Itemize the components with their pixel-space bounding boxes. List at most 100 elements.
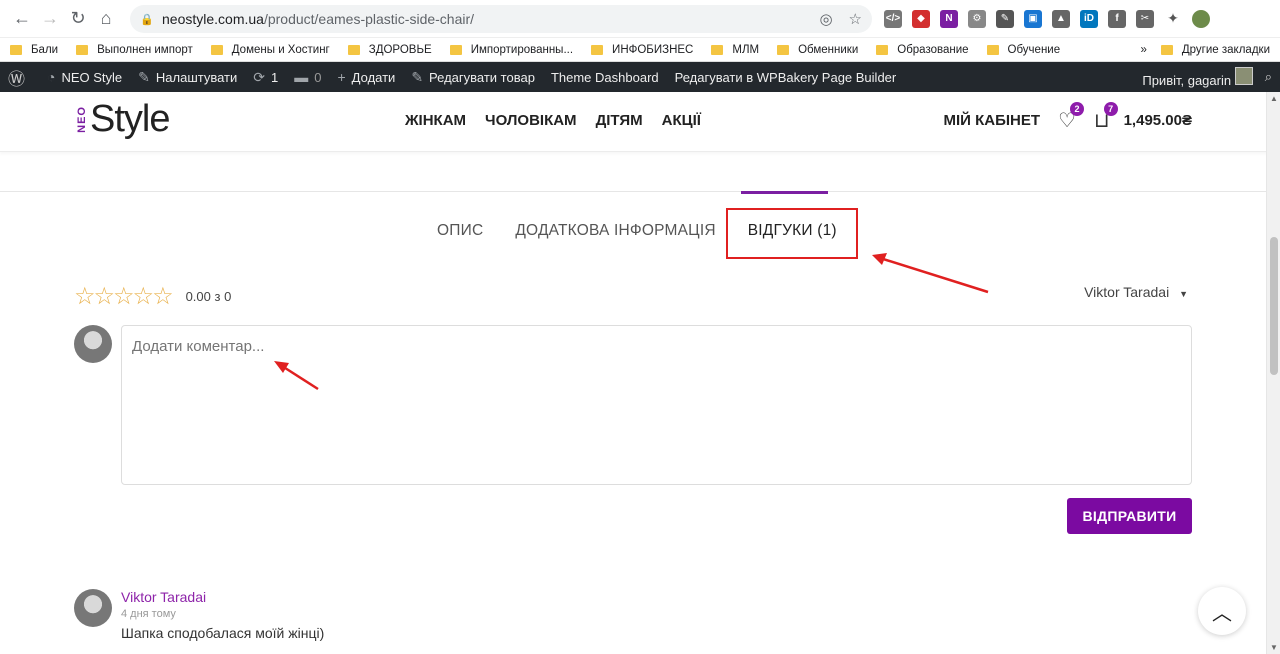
extensions-bar: </> ◆ N ⚙ ✎ ▣ ▲ iD f ✂ ✦ (884, 9, 1210, 28)
folder-icon (210, 44, 223, 55)
other-bookmarks[interactable]: Другие закладки (1160, 44, 1270, 56)
my-account-link[interactable]: МІЙ КАБІНЕТ (943, 112, 1040, 129)
code-extension-icon[interactable]: </> (884, 9, 902, 28)
folder-icon (1160, 44, 1173, 55)
wp-user-greeting[interactable]: Привіт, gagarin (1142, 66, 1253, 88)
tools-extension-icon[interactable]: ✂ (1136, 9, 1154, 28)
pencil-icon: ✎ (411, 68, 424, 85)
bookmarks-bar: Бали Выполнен импорт Домены и Хостинг ЗД… (0, 38, 1280, 62)
cart-total[interactable]: 1,495.00₴ (1124, 112, 1192, 129)
address-bar[interactable]: 🔒 neostyle.com.ua/product/eames-plastic-… (130, 4, 872, 33)
site-header: NEO Style ЖІНКАМ ЧОЛОВІКАМ ДІТЯМ АКЦІЇ М… (0, 92, 1280, 152)
search-icon[interactable]: ⌕ (1265, 69, 1272, 85)
wp-comments[interactable]: ▬ 0 (294, 69, 321, 85)
avatar (1234, 66, 1253, 85)
updates-icon: ⟳ (253, 68, 266, 85)
wishlist-heart-icon[interactable]: ♡ 2 (1058, 102, 1084, 133)
nav-sales[interactable]: АКЦІЇ (662, 112, 701, 129)
chevron-up-icon: ︿ (1212, 602, 1232, 625)
puzzle-icon[interactable]: ✦ (1164, 9, 1182, 28)
bookmark-item[interactable]: Обменники (777, 44, 858, 56)
bookmark-item[interactable]: ЗДОРОВЬЕ (347, 44, 432, 56)
caret-down-icon: ▼ (1179, 289, 1188, 299)
scrollbar[interactable]: ▲ ▼ (1266, 92, 1280, 654)
more-bookmarks-button[interactable]: » (1140, 44, 1146, 56)
bookmark-item[interactable]: ИНФОБИЗНЕС (591, 44, 693, 56)
profile-avatar[interactable] (1192, 9, 1210, 28)
folder-icon (449, 44, 462, 55)
review-date: 4 дня тому (121, 608, 176, 620)
bookmark-item[interactable]: Импортированны... (449, 44, 573, 56)
rating-summary: ☆☆☆☆☆ 0.00 з 0 (74, 282, 231, 311)
blue-extension-icon[interactable]: ▣ (1024, 9, 1042, 28)
id-extension-icon[interactable]: iD (1080, 9, 1098, 28)
logo-style: Style (90, 98, 170, 140)
review-author[interactable]: Viktor Taradai (121, 589, 324, 605)
user-dropdown[interactable]: Viktor Taradai ▼ (1084, 284, 1188, 300)
nav-women[interactable]: ЖІНКАМ (405, 112, 466, 129)
folder-icon (876, 44, 889, 55)
lock-icon: 🔒 (140, 13, 154, 26)
nav-kids[interactable]: ДІТЯМ (596, 112, 643, 129)
wp-theme-dashboard[interactable]: Theme Dashboard (551, 70, 659, 85)
folder-icon (76, 44, 89, 55)
gear-extension-icon[interactable]: ⚙ (968, 9, 986, 28)
wp-edit-wpbakery[interactable]: Редагувати в WPBakery Page Builder (675, 70, 897, 85)
tab-additional-info[interactable]: ДОДАТКОВА ІНФОРМАЦІЯ (515, 222, 715, 240)
review-text: Шапка сподобалася моїй жінці) (121, 625, 325, 641)
folder-icon (777, 44, 790, 55)
folder-icon (347, 44, 360, 55)
section-divider (0, 191, 1266, 192)
wp-updates[interactable]: ⟳ 1 (253, 69, 278, 86)
review-item: Viktor Taradai 4 дня тому Шапка сподобал… (74, 589, 324, 641)
forward-icon[interactable]: → (36, 5, 64, 33)
header-actions: МІЙ КАБІНЕТ ♡ 2 ⊔ 7 1,495.00₴ (943, 102, 1192, 133)
drive-extension-icon[interactable]: ▲ (1052, 9, 1070, 28)
browser-toolbar: ← → ↻ ⌂ 🔒 neostyle.com.ua/product/eames-… (0, 0, 1280, 38)
bookmark-item[interactable]: МЛМ (711, 44, 759, 56)
cart-bag-icon[interactable]: ⊔ 7 (1094, 102, 1118, 133)
dashboard-icon: ◔ (47, 69, 56, 85)
back-icon[interactable]: ← (8, 5, 36, 33)
rating-text: 0.00 з 0 (185, 289, 232, 304)
bookmark-item[interactable]: Выполнен импорт (76, 44, 193, 56)
nav-men[interactable]: ЧОЛОВІКАМ (485, 112, 577, 129)
bookmark-item[interactable]: Обучение (986, 44, 1060, 56)
scroll-down-arrow-icon[interactable]: ▼ (1270, 643, 1278, 652)
tab-description[interactable]: ОПИС (437, 222, 483, 240)
eye-off-icon[interactable]: ◎ (819, 10, 832, 28)
bookmark-item[interactable]: Домены и Хостинг (210, 44, 330, 56)
folder-icon (10, 44, 22, 55)
red-extension-icon[interactable]: ◆ (912, 9, 930, 28)
scrollbar-thumb[interactable] (1270, 237, 1278, 375)
star-bookmark-icon[interactable]: ☆ (849, 10, 862, 28)
folder-icon (711, 44, 724, 55)
scroll-up-arrow-icon[interactable]: ▲ (1270, 94, 1278, 103)
comment-icon: ▬ (294, 69, 309, 85)
arrow-to-reviews-tab (872, 253, 989, 294)
rating-stars[interactable]: ☆☆☆☆☆ (74, 282, 174, 311)
brush-icon: ✎ (138, 68, 150, 85)
wp-add-new[interactable]: + Додати (337, 69, 395, 85)
avatar (74, 589, 112, 627)
wordpress-logo-icon[interactable]: Ⓦ (8, 65, 31, 90)
reload-icon[interactable]: ↻ (64, 5, 92, 33)
site-logo[interactable]: NEO Style (76, 98, 170, 141)
wp-edit-product[interactable]: ✎ Редагувати товар (411, 69, 535, 86)
wp-site-name[interactable]: ◔ NEO Style (47, 69, 122, 85)
facebook-extension-icon[interactable]: f (1108, 9, 1126, 28)
wp-admin-bar: Ⓦ ◔ NEO Style ✎ Налаштувати ⟳ 1 ▬ 0 + Додати … (0, 62, 1280, 92)
pen-extension-icon[interactable]: ✎ (996, 9, 1014, 28)
comment-input[interactable] (121, 325, 1192, 485)
home-icon[interactable]: ⌂ (92, 5, 120, 33)
logo-neo: NEO (76, 106, 88, 133)
wp-customize[interactable]: ✎ Налаштувати (138, 69, 237, 86)
bookmark-item[interactable]: Бали (10, 44, 58, 56)
onenote-extension-icon[interactable]: N (940, 9, 958, 28)
bookmark-item[interactable]: Образование (876, 44, 969, 56)
avatar (74, 325, 112, 363)
main-nav: ЖІНКАМ ЧОЛОВІКАМ ДІТЯМ АКЦІЇ (405, 112, 701, 129)
scroll-to-top-button[interactable]: ︿ (1198, 587, 1246, 635)
folder-icon (986, 44, 999, 55)
submit-button[interactable]: ВІДПРАВИТИ (1067, 498, 1192, 534)
